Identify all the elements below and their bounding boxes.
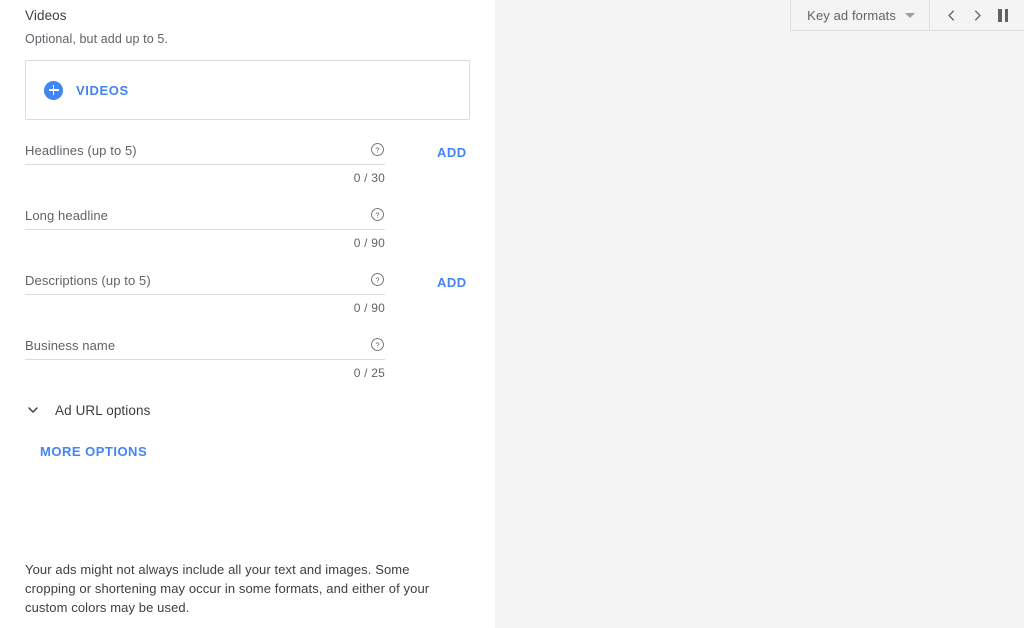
business-name-label: Business name — [25, 338, 116, 353]
svg-text:?: ? — [375, 145, 379, 154]
help-circle-icon[interactable]: ? — [370, 272, 385, 287]
long-headline-input[interactable]: Long headline ? — [25, 207, 385, 230]
preview-toolbar: Key ad formats — [790, 0, 1024, 31]
headlines-label: Headlines (up to 5) — [25, 143, 137, 158]
pause-preview-button[interactable] — [990, 2, 1016, 28]
headlines-add-button[interactable]: ADD — [437, 145, 467, 160]
svg-text:?: ? — [375, 275, 379, 284]
ad-url-options-toggle[interactable]: Ad URL options — [25, 402, 470, 418]
help-circle-icon[interactable]: ? — [370, 142, 385, 157]
field-headlines: Headlines (up to 5) ? 0 / 30 ADD — [25, 142, 470, 185]
ad-format-select-label: Key ad formats — [807, 7, 896, 23]
next-preview-button[interactable] — [964, 2, 990, 28]
ad-url-options-label: Ad URL options — [55, 402, 151, 418]
headlines-counter: 0 / 30 — [353, 171, 385, 185]
plus-circle-icon — [44, 80, 63, 100]
help-circle-icon[interactable]: ? — [370, 207, 385, 222]
headlines-input[interactable]: Headlines (up to 5) ? — [25, 142, 385, 165]
preview-nav-controls — [929, 0, 1024, 31]
descriptions-input[interactable]: Descriptions (up to 5) ? — [25, 272, 385, 295]
descriptions-add-button[interactable]: ADD — [437, 275, 467, 290]
business-name-counter: 0 / 25 — [353, 366, 385, 380]
svg-text:?: ? — [375, 210, 379, 219]
long-headline-label: Long headline — [25, 208, 108, 223]
long-headline-counter: 0 / 90 — [353, 236, 385, 250]
field-long-headline: Long headline ? 0 / 90 — [25, 207, 470, 250]
caret-down-icon — [905, 12, 915, 18]
svg-text:?: ? — [375, 340, 379, 349]
add-videos-label: VIDEOS — [76, 82, 129, 98]
add-videos-button[interactable]: VIDEOS — [25, 60, 470, 120]
descriptions-counter: 0 / 90 — [353, 301, 385, 315]
chevron-left-icon — [947, 10, 954, 20]
more-options-button[interactable]: MORE OPTIONS — [40, 444, 147, 459]
videos-section-subtitle: Optional, but add up to 5. — [25, 32, 168, 46]
chevron-right-icon — [974, 10, 981, 20]
chevron-down-icon — [25, 402, 41, 418]
previous-preview-button[interactable] — [938, 2, 964, 28]
field-business-name: Business name ? 0 / 25 — [25, 337, 470, 380]
descriptions-label: Descriptions (up to 5) — [25, 273, 151, 288]
help-circle-icon[interactable]: ? — [370, 337, 385, 352]
pause-icon — [998, 8, 1008, 22]
videos-section-title: Videos — [25, 8, 67, 23]
field-descriptions: Descriptions (up to 5) ? 0 / 90 ADD — [25, 272, 470, 315]
ad-editor-page: Videos Optional, but add up to 5. VIDEOS… — [0, 0, 1024, 628]
disclaimer-text: Your ads might not always include all yo… — [25, 562, 430, 615]
ad-format-select[interactable]: Key ad formats — [790, 0, 929, 31]
business-name-input[interactable]: Business name ? — [25, 337, 385, 360]
editor-panel: Videos Optional, but add up to 5. VIDEOS… — [0, 0, 495, 628]
preview-panel: Key ad formats Example of — [495, 0, 1024, 628]
